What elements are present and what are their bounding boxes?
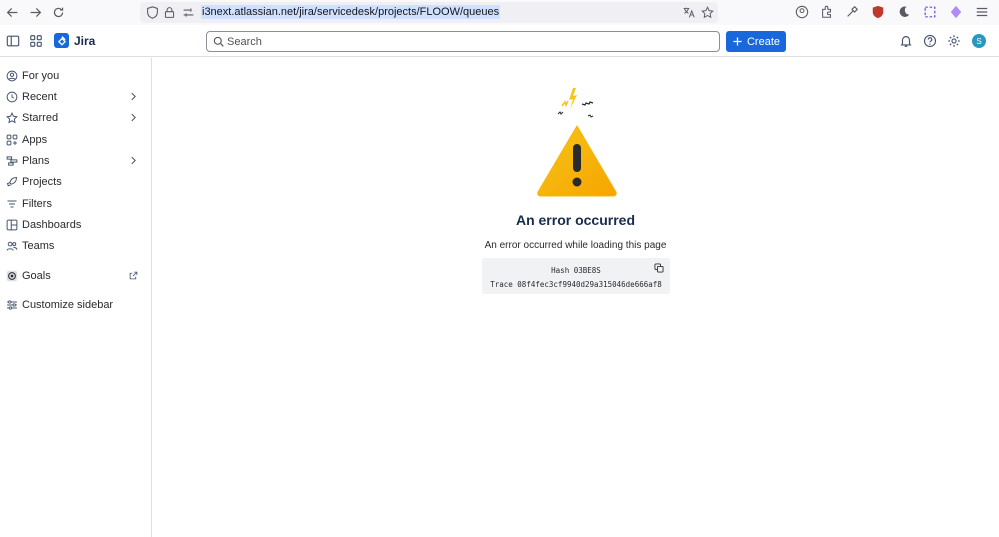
filter-icon (7, 200, 17, 208)
sidebar-toggle-icon[interactable] (6, 34, 20, 48)
sidebar-item-filters[interactable]: Filters (0, 194, 151, 214)
sidebar-item-dashboards[interactable]: Dashboards (0, 215, 151, 235)
sidebar-item-label: Projects (22, 176, 62, 188)
shield-icon[interactable] (146, 6, 159, 19)
sidebar-item-label: Plans (22, 155, 50, 167)
extension-gem-icon[interactable] (949, 5, 963, 19)
sidebar-item-label: Goals (22, 270, 51, 282)
apps-grid-icon (6, 134, 18, 146)
screenshot-icon[interactable] (923, 5, 937, 19)
help-icon[interactable] (923, 34, 937, 48)
sidebar-item-customize[interactable]: Customize sidebar (0, 295, 151, 315)
sidebar-item-label: Dashboards (22, 219, 82, 231)
browser-toolbar: i3next.atlassian.net/jira/servicedesk/pr… (0, 0, 999, 25)
dark-mode-moon-icon[interactable] (897, 5, 911, 19)
app-name[interactable]: Jira (74, 34, 95, 48)
trace-info-box: Hash 03BE8S Trace 08f4fec3cf9940d29a3150… (482, 258, 670, 294)
permissions-icon[interactable] (182, 6, 195, 19)
translate-icon[interactable] (682, 6, 695, 19)
app-switcher-icon[interactable] (29, 34, 43, 48)
sidebar-item-plans[interactable]: Plans (0, 151, 151, 171)
sidebar-item-recent[interactable]: Recent (0, 87, 151, 107)
sidebar-item-label: Customize sidebar (22, 299, 114, 311)
sidebar-item-label: Filters (22, 198, 52, 210)
extensions-icon[interactable] (820, 5, 834, 19)
ublock-shield-icon[interactable] (871, 5, 885, 19)
goals-target-icon (6, 270, 18, 282)
sidebar-item-projects[interactable]: Projects (0, 172, 151, 192)
sidebar-item-label: Teams (22, 240, 55, 252)
person-circle-icon (6, 70, 18, 82)
chevron-right-icon[interactable] (129, 113, 138, 122)
sidebar-item-apps[interactable]: Apps (0, 130, 151, 150)
sidebar-item-starred[interactable]: Starred (0, 108, 151, 128)
eyedropper-icon[interactable] (845, 5, 859, 19)
rocket-icon (6, 177, 17, 187)
back-icon[interactable] (4, 4, 20, 20)
reload-icon[interactable] (50, 4, 66, 20)
plus-icon (733, 37, 742, 46)
search-input[interactable] (227, 34, 707, 49)
create-button-label: Create (746, 35, 781, 48)
notifications-bell-icon[interactable] (899, 34, 913, 48)
trace-id-text: Trace 08f4fec3cf9940d29a315046de666af8 (490, 280, 662, 289)
account-icon[interactable] (795, 5, 809, 19)
sidebar-item-label: Starred (22, 112, 59, 124)
dashboard-icon (6, 219, 18, 231)
lock-icon[interactable] (163, 6, 176, 19)
external-link-icon[interactable] (129, 271, 138, 280)
sidebar-item-goals[interactable]: Goals (0, 266, 151, 286)
star-icon (6, 112, 18, 124)
search-bar[interactable] (206, 31, 720, 52)
sidebar: For you Recent Starred Apps Plans Projec… (0, 58, 152, 537)
sidebar-item-label: Recent (22, 91, 57, 103)
chevron-right-icon[interactable] (129, 92, 138, 101)
url-text[interactable]: i3next.atlassian.net/jira/servicedesk/pr… (201, 5, 501, 19)
copy-icon[interactable] (654, 263, 664, 273)
avatar[interactable]: S (972, 34, 986, 48)
settings-gear-icon[interactable] (947, 34, 961, 48)
people-icon (6, 241, 18, 251)
warning-illustration-icon (537, 88, 617, 197)
error-message: An error occurred while loading this pag… (484, 240, 667, 251)
menu-icon[interactable] (975, 5, 989, 19)
sidebar-item-label: Apps (22, 134, 48, 146)
bookmark-star-icon[interactable] (701, 6, 714, 19)
clock-icon (6, 91, 18, 103)
customize-sliders-icon (7, 300, 17, 310)
sidebar-item-label: For you (22, 70, 60, 82)
chevron-right-icon[interactable] (129, 156, 138, 165)
create-button[interactable]: Create (726, 31, 786, 52)
main-content: An error occurred An error occurred whil… (152, 58, 999, 537)
jira-top-nav: Jira Create S (0, 25, 999, 57)
hash-text: Hash 03BE8S (551, 266, 601, 275)
plans-icon (6, 156, 18, 166)
search-icon (213, 36, 224, 47)
sidebar-item-for-you[interactable]: For you (0, 66, 151, 86)
address-bar[interactable]: i3next.atlassian.net/jira/servicedesk/pr… (140, 2, 718, 23)
sidebar-item-teams[interactable]: Teams (0, 236, 151, 256)
jira-logo-icon[interactable] (54, 33, 69, 48)
error-title: An error occurred (515, 212, 636, 228)
forward-icon[interactable] (27, 4, 43, 20)
